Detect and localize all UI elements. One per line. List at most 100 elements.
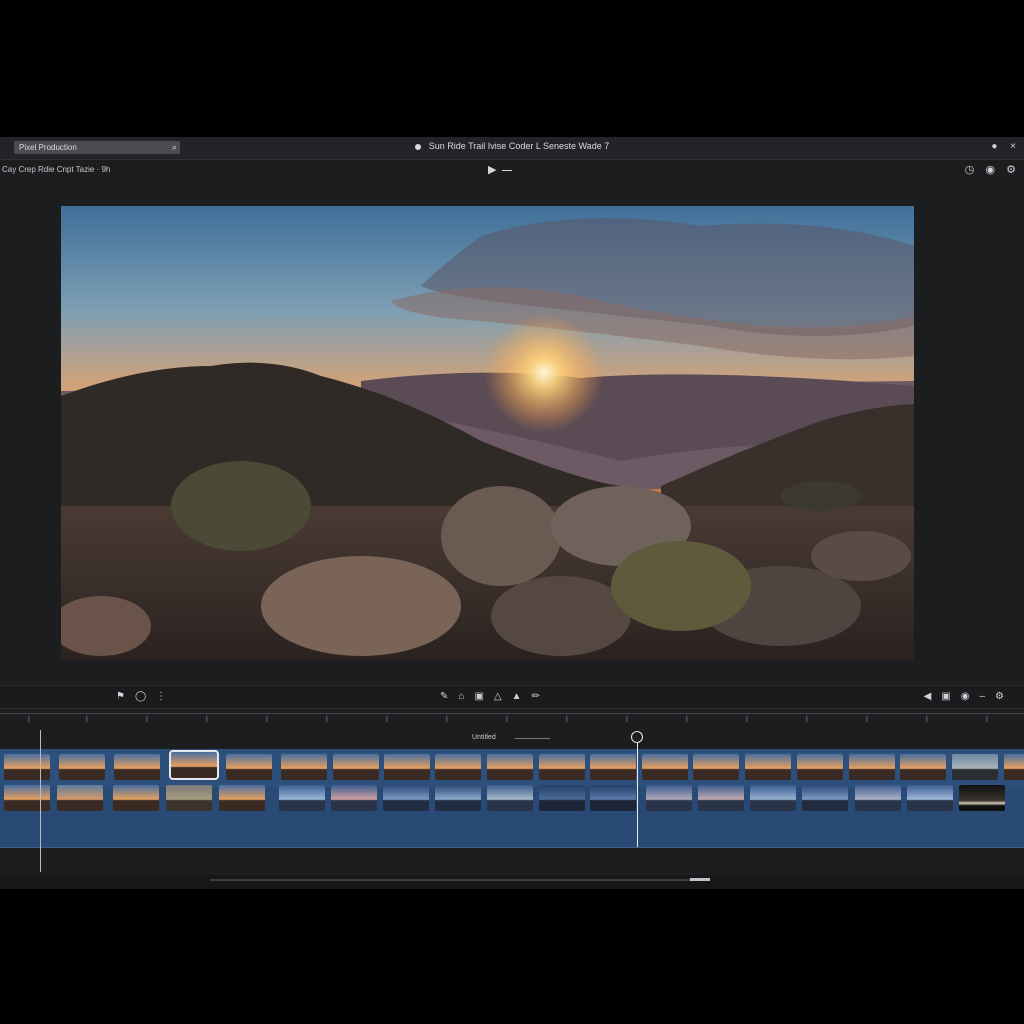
clip-thumbnail[interactable] [383, 785, 429, 811]
clip-thumbnail[interactable] [331, 785, 377, 811]
marker-icon[interactable]: ⚑ [116, 691, 125, 702]
clip-thumbnail[interactable] [750, 785, 796, 811]
view-icon[interactable]: ◉ [985, 164, 995, 176]
ruler-tick: | [266, 716, 268, 723]
settings-icon[interactable]: ⚙ [1006, 164, 1016, 176]
ruler-tick: | [326, 716, 328, 723]
clip-thumbnail[interactable] [590, 785, 636, 811]
shield-icon[interactable]: ◯ [135, 691, 146, 702]
ruler-tick: | [206, 716, 208, 723]
clip-thumbnail[interactable] [57, 785, 103, 811]
back-icon[interactable]: ◀ [924, 691, 932, 702]
window-controls: ● × [981, 141, 1016, 152]
title-bar: Pixel Production ⌕ Sun Ride Trail Ivise … [0, 137, 1024, 160]
ruler-tick: | [506, 716, 508, 723]
clip-thumbnail[interactable] [642, 754, 688, 780]
more-icon[interactable]: ⋮ [156, 691, 166, 702]
preview-viewer[interactable] [61, 206, 914, 661]
clip-thumbnail[interactable] [802, 785, 848, 811]
clip-thumbnail[interactable] [952, 754, 998, 780]
home-icon[interactable]: ⌂ [458, 691, 464, 702]
clip-thumbnail[interactable] [435, 754, 481, 780]
window-title: Sun Ride Trail Ivise Coder L Seneste Wad… [0, 141, 1024, 151]
audio-icon[interactable]: ◉ [961, 691, 970, 702]
sequence-bar [515, 738, 550, 739]
ruler-tick: | [626, 716, 628, 723]
clip-thumbnail[interactable] [849, 754, 895, 780]
clip-thumbnail[interactable] [959, 785, 1005, 811]
lock-icon[interactable]: ▣ [474, 691, 483, 702]
ruler-tick: | [686, 716, 688, 723]
ruler-tick: | [446, 716, 448, 723]
video-track-1[interactable] [0, 749, 1024, 787]
record-dot-icon [414, 143, 421, 150]
scrub-line[interactable] [502, 169, 513, 171]
shape-icon[interactable]: △ [494, 691, 502, 702]
playhead[interactable] [637, 737, 638, 847]
ruler-tick: | [926, 716, 928, 723]
triangle-icon[interactable]: ▲ [512, 691, 522, 702]
clip-thumbnail[interactable] [855, 785, 901, 811]
clip-thumbnail[interactable] [797, 754, 843, 780]
viewer-options: ◷ ◉ ⚙ [957, 163, 1016, 176]
clip-thumbnail[interactable] [646, 785, 692, 811]
clip-thumbnail[interactable] [487, 785, 533, 811]
ruler-tick: | [986, 716, 988, 723]
timeline-ruler[interactable]: | | | | | | | | | | | | | | | | | [0, 713, 1024, 730]
clock-icon[interactable]: ◷ [965, 164, 975, 176]
clip-thumbnail[interactable] [693, 754, 739, 780]
clip-thumbnail[interactable] [4, 785, 50, 811]
ruler-tick: | [806, 716, 808, 723]
clip-thumbnail[interactable] [539, 785, 585, 811]
top-toolbar: Cay Crep Rdie Cnpt Tazie · 9h ▶ ◷ ◉ ⚙ [0, 159, 1024, 181]
ruler-tick: | [566, 716, 568, 723]
breadcrumb: Cay Crep Rdie Cnpt Tazie · 9h [2, 165, 111, 174]
clip-thumbnail[interactable] [435, 785, 481, 811]
status-dot-icon: ● [991, 141, 998, 152]
playhead-handle[interactable] [631, 731, 643, 743]
clip-thumbnail[interactable] [59, 754, 105, 780]
clip-thumbnail[interactable] [1004, 754, 1024, 780]
ruler-tick: | [86, 716, 88, 723]
clip-thumbnail[interactable] [281, 754, 327, 780]
ruler-tick: | [746, 716, 748, 723]
clip-thumbnail[interactable] [279, 785, 325, 811]
sequence-label: Untitled [472, 734, 496, 741]
play-icon[interactable]: ▶ [488, 164, 496, 176]
clip-thumbnail[interactable] [907, 785, 953, 811]
clip-thumbnail[interactable] [539, 754, 585, 780]
clip-thumbnail-selected[interactable] [169, 750, 219, 780]
video-track-2[interactable] [0, 785, 1024, 848]
settings-icon[interactable]: ⚙ [995, 691, 1004, 702]
sunset-landscape-frame [61, 206, 914, 661]
clip-thumbnail[interactable] [900, 754, 946, 780]
ruler-tick: | [386, 716, 388, 723]
clip-thumbnail[interactable] [745, 754, 791, 780]
edit-toolbar: ⚑ ◯ ⋮ ✎ ⌂ ▣ △ ▲ ✏ ◀ ▣ ◉ – ⚙ [0, 685, 1024, 709]
clip-thumbnail[interactable] [4, 754, 50, 780]
horizontal-scrollbar[interactable] [210, 878, 710, 881]
clip-thumbnail[interactable] [226, 754, 272, 780]
clip-thumbnail[interactable] [384, 754, 430, 780]
clip-thumbnail[interactable] [590, 754, 636, 780]
clip-thumbnail[interactable] [113, 785, 159, 811]
in-point-marker[interactable] [40, 730, 41, 872]
clip-thumbnail[interactable] [219, 785, 265, 811]
playback-controls: ▶ [488, 163, 513, 176]
clip-thumbnail[interactable] [114, 754, 160, 780]
minimize-icon[interactable]: – [979, 691, 985, 702]
timeline-scrollbar-area [0, 875, 1024, 889]
clip-thumbnail[interactable] [698, 785, 744, 811]
brush-icon[interactable]: ✏ [532, 691, 540, 702]
clip-thumbnail[interactable] [487, 754, 533, 780]
ruler-tick: | [28, 716, 30, 723]
pen-icon[interactable]: ✎ [440, 691, 448, 702]
clip-thumbnail[interactable] [333, 754, 379, 780]
ruler-tick: | [146, 716, 148, 723]
video-editor-window: Pixel Production ⌕ Sun Ride Trail Ivise … [0, 137, 1024, 889]
zoom-icon[interactable]: ▣ [941, 691, 950, 702]
scrollbar-thumb[interactable] [690, 878, 710, 881]
close-icon[interactable]: × [1010, 141, 1016, 152]
clip-thumbnail[interactable] [166, 785, 212, 811]
ruler-tick: | [866, 716, 868, 723]
